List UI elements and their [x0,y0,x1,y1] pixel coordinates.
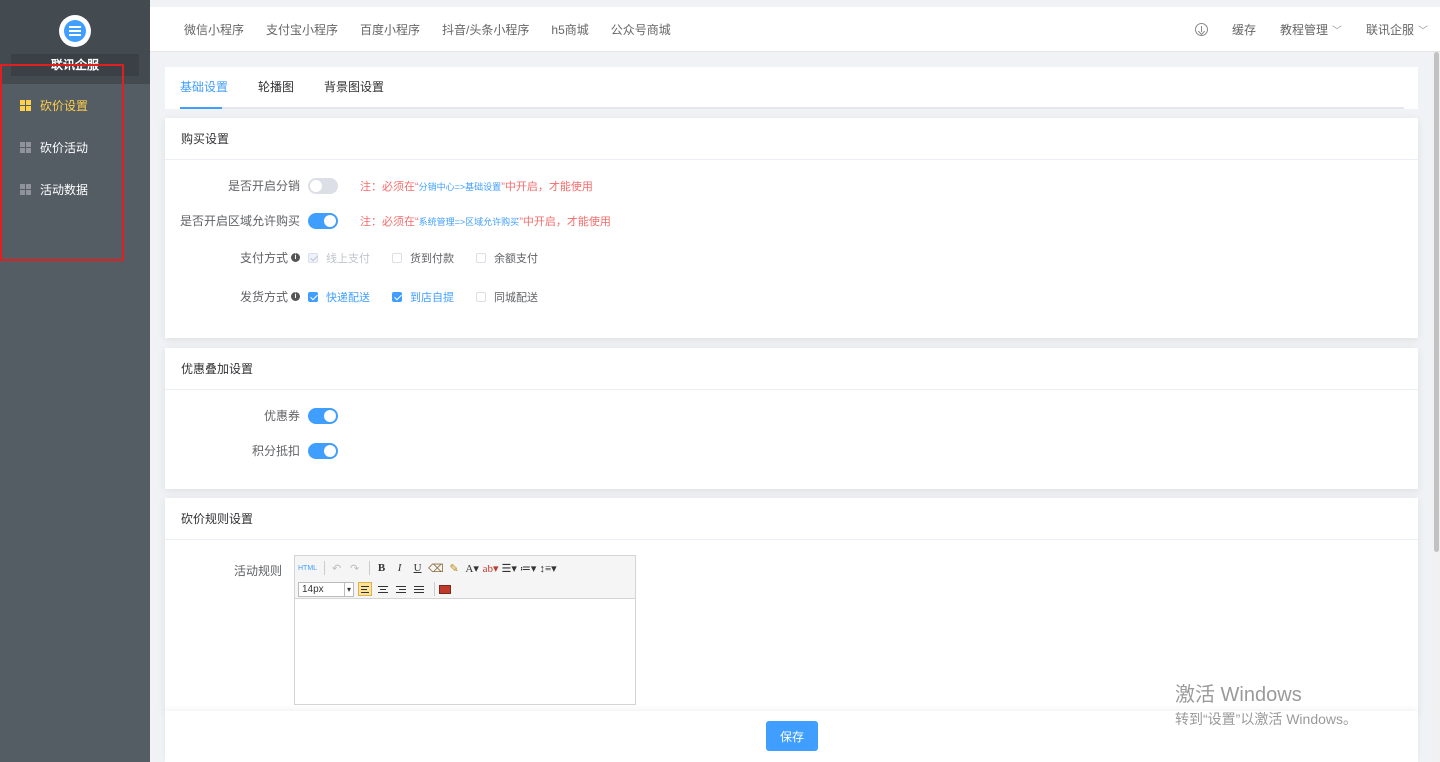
rich-text-editor: HTML ↶ ↷ B I U ⌫ ✎ A▾ ab▾ ☰▾ ≔▾ ↕≡▾ 14px [294,555,636,705]
html-source-button[interactable]: HTML [298,560,317,576]
sidebar-header: 联讯企服 [0,0,150,84]
tab-basic-settings[interactable]: 基础设置 [180,67,228,107]
align-right-icon[interactable] [394,582,408,596]
align-left-icon[interactable] [358,582,372,596]
distribution-row: 是否开启分销 注：必须在“分销中心=>基础设置”中开启，才能使用 [165,177,593,194]
chevron-down-icon: ﹀ [1331,26,1342,37]
sidebar: 联讯企服 砍价设置 砍价活动 活动数据 [0,0,150,762]
card-title: 购买设置 [165,118,1418,160]
nav-link-h5-mall[interactable]: h5商城 [551,21,588,38]
tabs-underline [180,107,1404,109]
download-icon[interactable] [1194,23,1208,36]
sidebar-item-activity-data[interactable]: 活动数据 [0,168,150,210]
font-size-select[interactable]: 14px [298,581,354,597]
grid-icon [20,141,31,153]
watermark-subtitle: 转到“设置”以激活 Windows。 [1175,711,1358,727]
pickup-checkbox[interactable]: 到店自提 [392,289,454,305]
local-delivery-checkbox[interactable]: 同城配送 [476,289,538,305]
sidebar-menu: 砍价设置 砍价活动 活动数据 [0,84,150,210]
account-menu[interactable]: 联讯企服 ﹀ [1366,21,1428,38]
italic-icon[interactable]: I [392,560,407,576]
grid-icon [20,99,31,111]
card-title: 优惠叠加设置 [165,348,1418,390]
shipping-label: 发货方式 i [165,288,308,305]
cache-link[interactable]: 缓存 [1232,21,1256,38]
sidebar-item-label: 砍价活动 [40,140,89,155]
editor-content-area[interactable] [295,599,635,704]
underline-icon[interactable]: U [410,560,425,576]
tutorial-menu[interactable]: 教程管理 ﹀ [1280,21,1342,38]
highlight-color-icon[interactable]: ab▾ [483,560,499,576]
sidebar-item-bargain-settings[interactable]: 砍价设置 [0,84,150,126]
brand-name: 联讯企服 [11,54,139,76]
rule-label-row: 活动规则 [165,562,290,579]
express-checkbox[interactable]: 快递配送 [308,289,370,305]
tutorial-label: 教程管理 [1279,23,1328,37]
format-brush-icon[interactable]: ✎ [447,560,462,576]
nav-link-wechat-mini[interactable]: 微信小程序 [184,21,244,38]
nav-link-douyin-mini[interactable]: 抖音/头条小程序 [442,21,529,38]
region-note: 注：必须在“系统管理=>区域允许购买”中开启，才能使用 [360,215,611,228]
sidebar-item-label: 砍价设置 [40,98,89,113]
distribution-label: 是否开启分销 [227,179,300,193]
image-icon[interactable] [439,584,451,594]
top-nav: 微信小程序 支付宝小程序 百度小程序 抖音/头条小程序 h5商城 公众号商城 缓… [150,7,1440,52]
online-pay-checkbox[interactable]: 线上支付 [308,250,370,266]
page-scrollbar[interactable] [1433,52,1440,762]
watermark-title: 激活 Windows [1175,684,1302,706]
tab-carousel[interactable]: 轮播图 [258,67,294,107]
save-button[interactable]: 保存 [766,721,818,751]
tab-background[interactable]: 背景图设置 [324,67,384,107]
coupon-row: 优惠券 [165,407,338,424]
cod-checkbox[interactable]: 货到付款 [392,250,454,266]
sidebar-item-label: 活动数据 [40,182,89,197]
ordered-list-icon[interactable]: ☰▾ [502,560,517,576]
info-icon: i [291,292,300,301]
balance-pay-checkbox[interactable]: 余额支付 [476,250,538,266]
card-title: 砍价规则设置 [165,498,1418,540]
purchase-settings-card: 购买设置 是否开启分销 注：必须在“分销中心=>基础设置”中开启，才能使用 是否… [165,118,1418,338]
payment-row: 支付方式 i 线上支付 货到付款 余额支付 [165,249,560,266]
distribution-note: 注：必须在“分销中心=>基础设置”中开启，才能使用 [360,180,593,193]
unordered-list-icon[interactable]: ≔▾ [520,560,537,576]
line-height-icon[interactable]: ↕≡▾ [539,560,556,576]
region-switch[interactable] [308,212,338,229]
payment-label: 支付方式 i [165,249,308,266]
info-icon: i [291,253,300,262]
account-label: 联讯企服 [1365,23,1414,37]
undo-icon[interactable]: ↶ [329,560,344,576]
points-label: 积分抵扣 [251,444,300,458]
discount-settings-card: 优惠叠加设置 优惠券 积分抵扣 [165,348,1418,489]
region-row: 是否开启区域允许购买 注：必须在“系统管理=>区域允许购买”中开启，才能使用 [165,212,611,229]
windows-activation-watermark: 激活 Windows 转到“设置”以激活 Windows。 [1175,678,1357,729]
sidebar-item-bargain-activity[interactable]: 砍价活动 [0,126,150,168]
rule-label: 活动规则 [233,564,282,578]
editor-toolbar: HTML ↶ ↷ B I U ⌫ ✎ A▾ ab▾ ☰▾ ≔▾ ↕≡▾ 14px [295,556,635,599]
distribution-note-link[interactable]: 分销中心=>基础设置 [419,182,502,192]
align-center-icon[interactable] [376,582,390,596]
coupon-label: 优惠券 [263,409,300,423]
redo-icon[interactable]: ↷ [347,560,362,576]
nav-link-baidu-mini[interactable]: 百度小程序 [360,21,420,38]
points-switch[interactable] [308,442,338,459]
region-note-link[interactable]: 系统管理=>区域允许购买 [419,217,520,227]
font-color-icon[interactable]: A▾ [465,560,480,576]
chevron-down-icon: ﹀ [1418,26,1428,37]
points-row: 积分抵扣 [165,442,338,459]
nav-link-official-mall[interactable]: 公众号商城 [611,21,671,38]
tabs-card: 基础设置 轮播图 背景图设置 [165,67,1418,109]
distribution-switch[interactable] [308,177,338,194]
grid-icon [20,183,31,195]
region-label: 是否开启区域允许购买 [179,214,300,228]
logo-icon [59,15,91,47]
align-justify-icon[interactable] [412,582,426,596]
eraser-icon[interactable]: ⌫ [428,560,444,576]
bold-icon[interactable]: B [374,560,389,576]
shipping-row: 发货方式 i 快递配送 到店自提 同城配送 [165,288,560,305]
nav-link-alipay-mini[interactable]: 支付宝小程序 [266,21,338,38]
coupon-switch[interactable] [308,407,338,424]
